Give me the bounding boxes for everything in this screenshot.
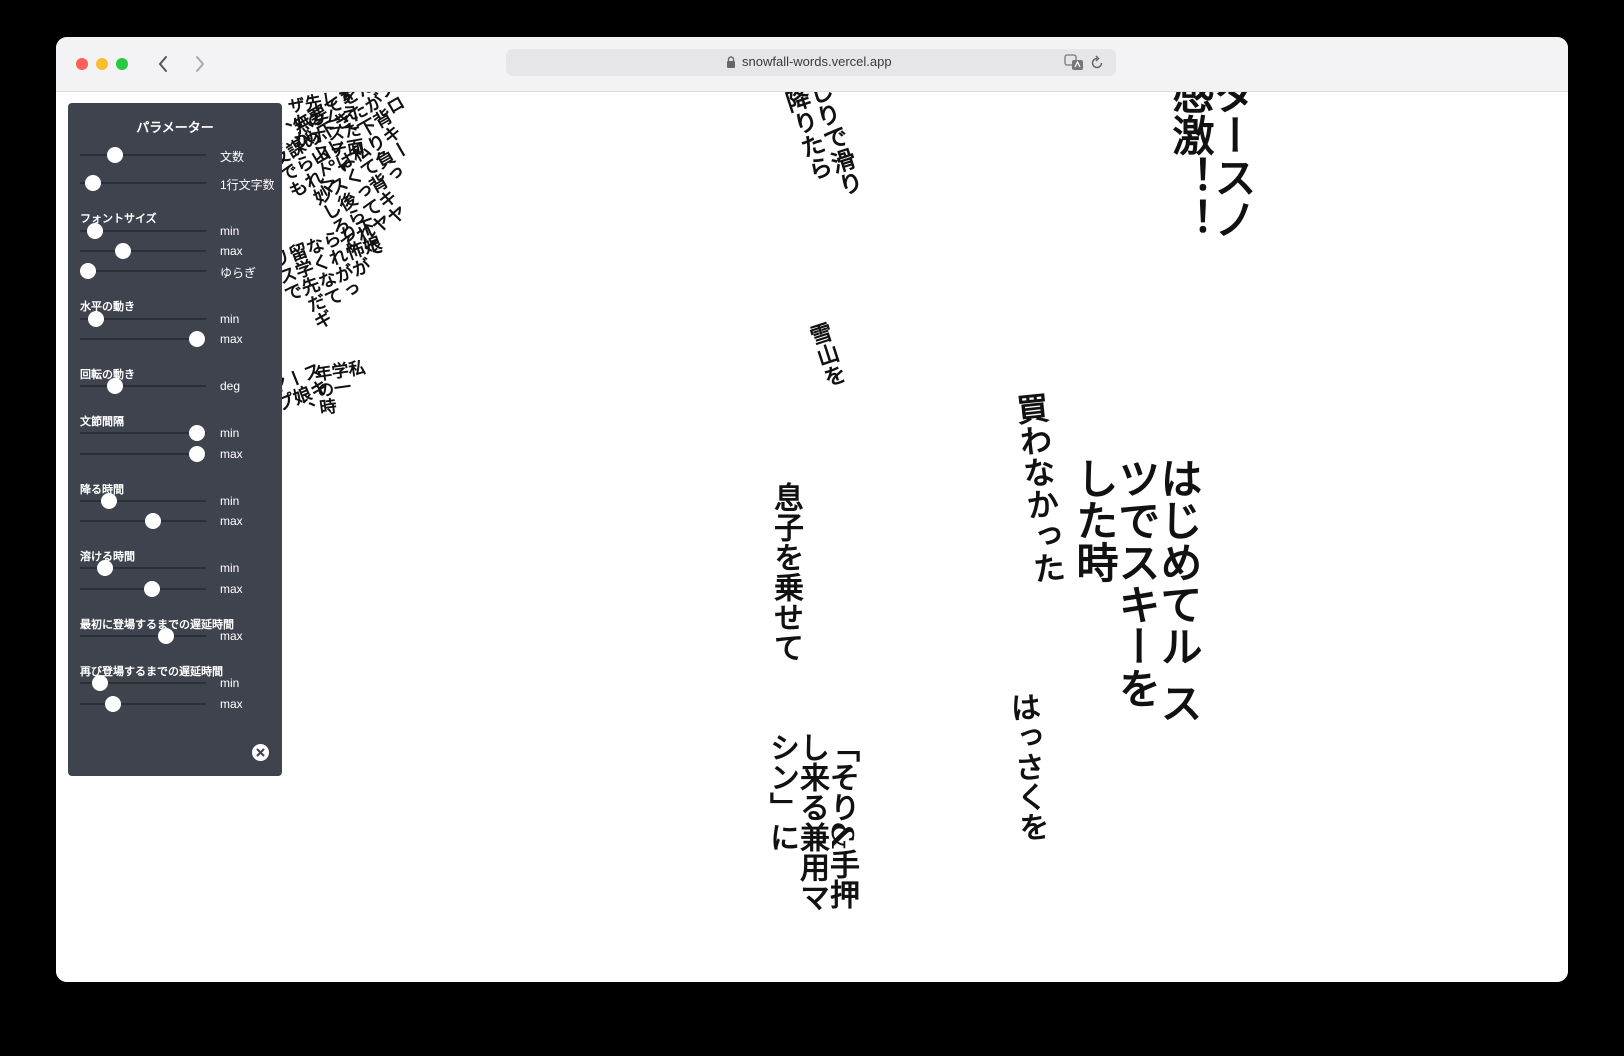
slider-track[interactable] [80, 520, 206, 522]
slider-track[interactable] [80, 250, 206, 252]
slider-thumb[interactable] [145, 513, 162, 529]
slider-thumb[interactable] [189, 425, 206, 441]
slider-label: max [220, 697, 243, 711]
translate-icon[interactable] [1064, 54, 1084, 71]
parameter-slider[interactable] [79, 261, 206, 281]
maximize-window-button[interactable] [116, 58, 128, 70]
slider-label: deg [220, 379, 241, 393]
parameter-slider[interactable] [80, 309, 206, 329]
slider-thumb[interactable] [189, 331, 206, 347]
parameter-slider[interactable] [80, 558, 206, 578]
falling-word: 「そり&手押 し来る兼用マ シン」に [764, 732, 859, 912]
slider-thumb[interactable] [100, 493, 117, 509]
slider-label: min [220, 494, 240, 508]
falling-word: 息子を乗せて [768, 482, 803, 662]
close-panel-button[interactable] [252, 744, 269, 761]
parameter-slider[interactable] [80, 376, 206, 396]
slider-label: max [220, 629, 243, 643]
chevron-right-icon [196, 56, 204, 72]
slider-label: max [220, 447, 243, 461]
parameter-slider[interactable] [80, 579, 206, 599]
slider-track[interactable] [80, 500, 206, 502]
parameter-slider[interactable] [80, 673, 206, 693]
slider-track[interactable] [80, 703, 206, 705]
back-button[interactable] [153, 52, 175, 76]
slider-label: max [220, 244, 243, 258]
parameter-panel: パラメーター 文数 1行文字数 フォントサイズ min max ゆらぎ 水平の動き min ma… [68, 103, 282, 776]
parameter-slider[interactable] [80, 626, 206, 646]
falling-word: はじめてル ス ツでスキーを した時 [1070, 457, 1203, 724]
slider-label: 文数 [220, 150, 245, 164]
parameter-slider[interactable] [80, 145, 206, 165]
slider-track[interactable] [80, 385, 206, 387]
slider-label: min [220, 224, 240, 238]
parameter-slider[interactable] [80, 511, 206, 531]
falling-word: 雪山を [803, 319, 849, 391]
parameter-slider[interactable] [80, 221, 206, 241]
slider-thumb[interactable] [97, 560, 114, 576]
browser-window: snowfall-words.vercel.app ダースノ 感激！！ しりで滑り… [56, 37, 1568, 982]
falling-word: ダースノ 感激！！ [1166, 92, 1257, 240]
slider-thumb[interactable] [157, 628, 174, 644]
slider-label: min [220, 561, 240, 575]
slider-label: max [220, 582, 243, 596]
parameter-slider[interactable] [80, 444, 206, 464]
chevron-left-icon [159, 56, 167, 72]
slider-thumb[interactable] [88, 311, 105, 327]
falling-word: はっさくを [1003, 690, 1050, 844]
slider-label: min [220, 426, 240, 440]
slider-track[interactable] [80, 453, 206, 455]
page-content: ダースノ 感激！！ しりで滑り 降りたら雪山を買わなかった はじめてル ス ツでスキ… [56, 92, 1568, 982]
parameter-slider[interactable] [80, 173, 206, 193]
slider-track[interactable] [80, 432, 206, 434]
slider-thumb[interactable] [114, 243, 131, 259]
slider-thumb[interactable] [92, 675, 109, 691]
parameter-slider[interactable] [80, 491, 206, 511]
parameter-slider[interactable] [80, 329, 206, 349]
slider-track[interactable] [80, 154, 206, 156]
address-bar[interactable]: snowfall-words.vercel.app [506, 49, 1116, 76]
slider-thumb[interactable] [107, 378, 124, 394]
slider-track[interactable] [80, 270, 206, 272]
slider-label: max [220, 332, 243, 346]
browser-titlebar: snowfall-words.vercel.app [56, 37, 1568, 92]
slider-thumb[interactable] [104, 696, 121, 712]
url-text: snowfall-words.vercel.app [742, 54, 892, 69]
parameter-slider[interactable] [80, 241, 206, 261]
slider-thumb[interactable] [143, 581, 160, 597]
parameter-slider[interactable] [80, 423, 206, 443]
slider-thumb[interactable] [84, 175, 101, 191]
falling-word: 買わなかった [1010, 390, 1068, 586]
slider-label: min [220, 676, 240, 690]
panel-title: パラメーター [136, 120, 214, 135]
slider-thumb[interactable] [107, 147, 124, 163]
slider-label: 1行文字数 [220, 178, 275, 192]
falling-word: しりで滑り 降りたら [778, 92, 867, 200]
slider-thumb[interactable] [87, 223, 104, 239]
slider-label: max [220, 514, 243, 528]
lock-icon [727, 56, 735, 68]
forward-button[interactable] [188, 52, 210, 76]
parameter-slider[interactable] [80, 694, 206, 714]
slider-label: min [220, 312, 240, 326]
slider-track[interactable] [80, 635, 206, 637]
close-icon [256, 748, 265, 757]
slider-thumb[interactable] [79, 263, 96, 279]
minimize-window-button[interactable] [96, 58, 108, 70]
slider-thumb[interactable] [189, 446, 206, 462]
close-window-button[interactable] [76, 58, 88, 70]
slider-track[interactable] [80, 338, 206, 340]
slider-label: ゆらぎ [220, 266, 257, 280]
reload-icon[interactable] [1090, 55, 1104, 70]
